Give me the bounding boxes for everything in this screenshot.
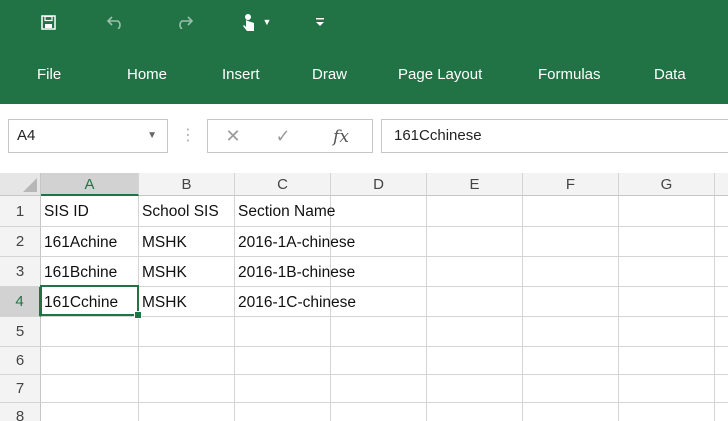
touch-mode-icon[interactable]: ▼ [236, 10, 276, 34]
cell-a2[interactable]: 161Achine [41, 227, 138, 256]
tab-file[interactable]: File [37, 60, 61, 90]
column-header-a[interactable]: A [41, 173, 139, 196]
insert-function-button[interactable]: fx [326, 120, 356, 152]
formula-buttons: ✕ ✓ fx [207, 119, 373, 153]
row-header-6[interactable]: 6 [0, 347, 41, 375]
formula-value: 161Cchinese [394, 127, 482, 144]
row-header-5[interactable]: 5 [0, 317, 41, 347]
cell-b4[interactable]: MSHK [139, 287, 234, 316]
name-box[interactable]: A4 ▼ [8, 119, 168, 153]
cell-c4[interactable]: 2016-1C-chinese [235, 287, 426, 316]
ribbon: ▼ File Home Insert Draw Page Layout Form… [0, 0, 728, 104]
grid-line [0, 402, 728, 403]
fill-handle[interactable] [134, 311, 142, 319]
cell-b1[interactable]: School SIS [139, 196, 234, 226]
chevron-down-icon: ▼ [262, 17, 272, 27]
grid-line [714, 173, 715, 421]
grid-line [0, 346, 728, 347]
column-header-h[interactable] [715, 173, 728, 196]
ribbon-tabs: File Home Insert Draw Page Layout Formul… [0, 60, 728, 90]
formula-bar-grip-icon[interactable]: ⋮ [180, 121, 196, 151]
cell-c1[interactable]: Section Name [235, 196, 426, 226]
redo-icon[interactable] [172, 10, 196, 34]
column-header-d[interactable]: D [331, 173, 427, 196]
row-header-1[interactable]: 1 [0, 196, 41, 227]
enter-check-icon[interactable]: ✓ [268, 120, 298, 152]
cell-b2[interactable]: MSHK [139, 227, 234, 256]
select-all-button[interactable] [0, 173, 41, 196]
grid-line [0, 316, 728, 317]
select-all-icon [23, 178, 37, 192]
column-header-e[interactable]: E [427, 173, 523, 196]
tab-home[interactable]: Home [127, 60, 167, 90]
formula-input[interactable]: 161Cchinese [381, 119, 728, 153]
column-header-c[interactable]: C [235, 173, 331, 196]
undo-icon[interactable] [104, 10, 128, 34]
grid-line [618, 173, 619, 421]
name-box-value: A4 [17, 127, 36, 144]
row-header-7[interactable]: 7 [0, 375, 41, 403]
save-icon[interactable] [36, 10, 60, 34]
row-header-3[interactable]: 3 [0, 257, 41, 287]
customize-qat-icon[interactable] [312, 10, 328, 34]
row-header-2[interactable]: 2 [0, 227, 41, 257]
tab-page-layout[interactable]: Page Layout [398, 60, 482, 90]
cell-c3[interactable]: 2016-1B-chinese [235, 257, 426, 286]
tab-draw[interactable]: Draw [312, 60, 347, 90]
cell-a3[interactable]: 161Bchine [41, 257, 138, 286]
tab-insert[interactable]: Insert [222, 60, 260, 90]
column-header-b[interactable]: B [139, 173, 235, 196]
active-cell-border [40, 285, 139, 316]
quick-access-toolbar: ▼ [0, 0, 728, 46]
grid-line [426, 173, 427, 421]
cancel-icon[interactable]: ✕ [218, 120, 248, 152]
cell-b3[interactable]: MSHK [139, 257, 234, 286]
row-header-8[interactable]: 8 [0, 403, 41, 421]
column-header-g[interactable]: G [619, 173, 715, 196]
fx-label: fx [333, 127, 349, 147]
grid-line [0, 374, 728, 375]
tab-data[interactable]: Data [654, 60, 686, 90]
chevron-down-icon[interactable]: ▼ [147, 120, 157, 152]
row-header-4[interactable]: 4 [0, 287, 41, 317]
column-header-f[interactable]: F [523, 173, 619, 196]
cell-c2[interactable]: 2016-1A-chinese [235, 227, 426, 256]
cell-a1[interactable]: SIS ID [41, 196, 138, 226]
grid-line [522, 173, 523, 421]
tab-formulas[interactable]: Formulas [538, 60, 601, 90]
